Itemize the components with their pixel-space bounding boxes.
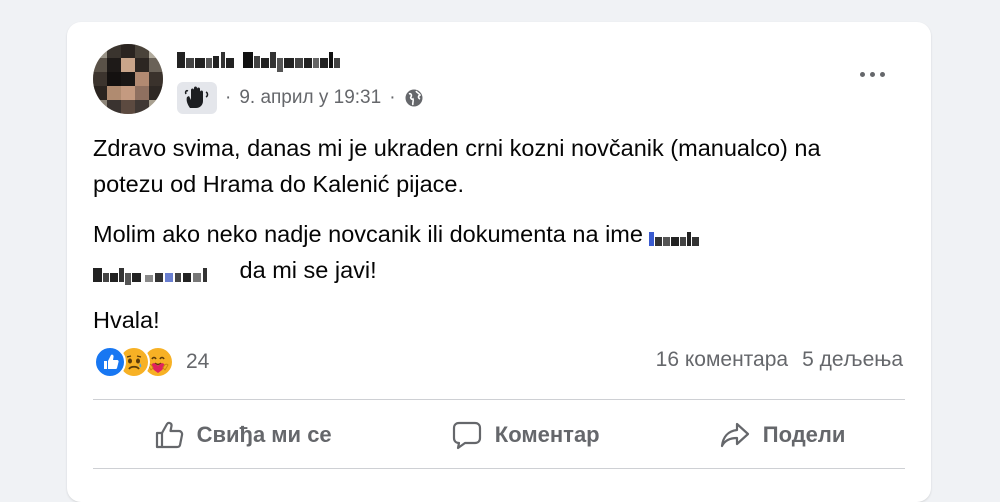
share-button[interactable]: Подели — [719, 419, 846, 451]
post-text: Molim ako neko nadje novcanik ili dokume… — [93, 221, 643, 247]
pixelated-text — [649, 231, 700, 246]
divider — [93, 468, 905, 469]
share-arrow-icon — [720, 422, 749, 448]
globe-icon — [405, 89, 423, 107]
post-body: Zdravo svima, danas mi je ukraden crni k… — [93, 130, 893, 352]
reaction-count: 24 — [186, 350, 210, 373]
more-options-button[interactable] — [857, 62, 887, 86]
action-bar: Свиђа ми се Коментар Подели — [93, 402, 905, 468]
separator-dot: · — [389, 87, 396, 108]
post-card: · 9. април у 19:31 · Zdravo svima, danas… — [67, 22, 931, 502]
separator-dot: · — [225, 87, 232, 108]
redacted-name — [649, 225, 729, 247]
engagement-stats: 16 коментара 5 дељења — [656, 348, 903, 372]
comment-bubble-icon — [452, 421, 481, 450]
post-meta: · 9. април у 19:31 · — [177, 82, 424, 114]
post-text: da mi se javi! — [239, 257, 377, 283]
post-timestamp[interactable]: 9. април у 19:31 — [239, 87, 381, 109]
comment-button[interactable]: Коментар — [451, 419, 600, 451]
like-icon — [94, 346, 126, 378]
post-paragraph: Zdravo svima, danas mi je ukraden crni k… — [93, 135, 821, 197]
share-button-label: Подели — [762, 422, 846, 447]
raised-hand-icon — [184, 86, 209, 108]
author-avatar[interactable] — [93, 44, 163, 114]
like-button-label: Свиђа ми се — [196, 422, 332, 447]
shares-count-link[interactable]: 5 дељења — [802, 348, 903, 372]
group-badge[interactable] — [177, 82, 217, 114]
comment-button-label: Коментар — [494, 422, 600, 447]
like-button[interactable]: Свиђа ми се — [153, 419, 332, 451]
post-paragraph: Hvala! — [93, 307, 160, 333]
divider — [93, 399, 905, 400]
more-dot-icon — [859, 71, 865, 77]
thumbs-up-icon — [155, 421, 183, 449]
pixelated-name — [177, 52, 340, 72]
redacted-surname — [93, 261, 233, 285]
author-name-redacted[interactable] — [177, 48, 397, 74]
more-dot-icon — [869, 71, 875, 77]
pixelated-text — [93, 267, 207, 285]
reactions-summary[interactable]: 24 — [94, 345, 209, 379]
comments-count-link[interactable]: 16 коментара — [656, 348, 788, 372]
pixelated-avatar-image — [93, 44, 163, 114]
post-paragraph-with-name: Molim ako neko nadje novcanik ili dokume… — [93, 216, 893, 288]
more-dot-icon — [879, 71, 885, 77]
